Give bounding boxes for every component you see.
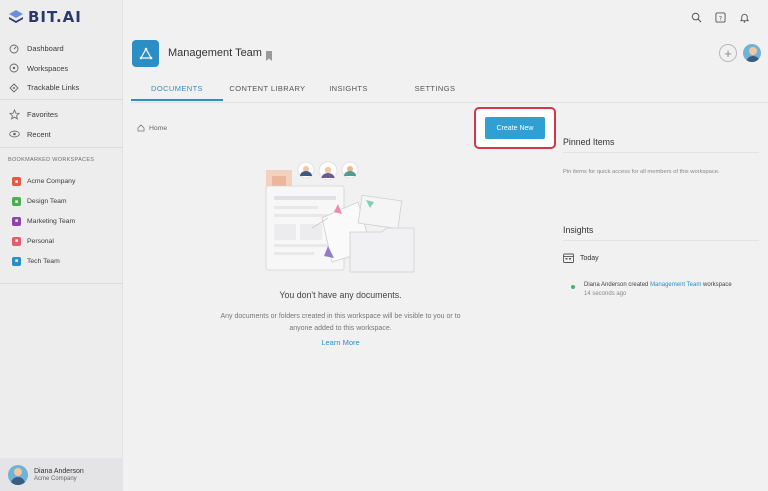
dashboard-icon bbox=[8, 43, 20, 55]
nav-label: Dashboard bbox=[27, 44, 64, 54]
workspace-label: Tech Team bbox=[27, 257, 60, 265]
nav-label: Favorites bbox=[27, 110, 58, 120]
today-group: Today bbox=[563, 253, 599, 263]
workspace-icon: ■ bbox=[12, 256, 21, 266]
bookmark-icon[interactable] bbox=[265, 48, 273, 66]
tab-documents[interactable]: DOCUMENTS bbox=[131, 79, 223, 101]
avatar bbox=[8, 464, 28, 485]
tab-content-library[interactable]: CONTENT LIBRARY bbox=[223, 79, 312, 101]
logo-text: BIT.AI bbox=[28, 8, 82, 26]
user-org: Acme Company bbox=[34, 475, 77, 482]
tab-insights[interactable]: INSIGHTS bbox=[312, 79, 385, 101]
tabs-underline bbox=[131, 102, 768, 103]
empty-documents-illustration bbox=[265, 161, 415, 273]
help-icon[interactable]: ? bbox=[714, 11, 726, 23]
workspace-item-acme-company[interactable]: ■ Acme Company bbox=[12, 172, 75, 192]
workspace-item-design-team[interactable]: ■ Design Team bbox=[12, 192, 75, 212]
workspace-label: Marketing Team bbox=[27, 217, 76, 225]
star-icon bbox=[8, 109, 20, 121]
svg-text:?: ? bbox=[718, 14, 721, 22]
panel-divider bbox=[563, 240, 759, 241]
workspace-icon: ■ bbox=[12, 216, 21, 226]
workspaces-icon bbox=[8, 62, 20, 74]
calendar-icon bbox=[563, 253, 574, 263]
workspace-icon: ■ bbox=[12, 177, 21, 187]
panel-divider bbox=[563, 152, 759, 153]
insights-title: Insights bbox=[563, 225, 594, 235]
tab-settings[interactable]: SETTINGS bbox=[385, 79, 485, 101]
pinned-items-title: Pinned Items bbox=[563, 137, 615, 147]
workspace-icon: ■ bbox=[12, 197, 21, 207]
top-toolbar: ? bbox=[690, 11, 750, 23]
create-new-button[interactable]: Create New bbox=[485, 117, 545, 139]
activity-item: Diana Anderson created Management Team w… bbox=[571, 281, 732, 299]
user-name: Diana Anderson bbox=[34, 467, 84, 475]
nav-item-trackable-links[interactable]: Trackable Links bbox=[8, 78, 120, 98]
workspace-label: Acme Company bbox=[27, 178, 76, 186]
nav-item-dashboard[interactable]: Dashboard bbox=[8, 39, 120, 59]
logo-icon bbox=[9, 10, 23, 23]
bookmarked-workspaces-heading: BOOKMARKED WORKSPACES bbox=[8, 157, 95, 163]
nav-item-favorites[interactable]: Favorites bbox=[8, 105, 120, 125]
nav-item-workspaces[interactable]: Workspaces bbox=[8, 59, 120, 79]
activity-action: created bbox=[628, 282, 649, 288]
workspace-tabs: DOCUMENTS CONTENT LIBRARY INSIGHTS SETTI… bbox=[131, 79, 485, 101]
member-avatar[interactable] bbox=[743, 44, 761, 62]
nav-label: Trackable Links bbox=[27, 83, 80, 93]
workspace-item-marketing-team[interactable]: ■ Marketing Team bbox=[12, 212, 75, 232]
secondary-nav: Favorites Recent bbox=[8, 105, 120, 144]
nav-label: Workspaces bbox=[27, 63, 69, 73]
link-icon bbox=[8, 82, 20, 94]
empty-desc-line: Any documents or folders created in this… bbox=[220, 313, 461, 320]
page-title: Management Team bbox=[168, 47, 262, 59]
sidebar: BIT.AI Dashboard Workspaces Trackable Li… bbox=[0, 0, 123, 491]
today-label: Today bbox=[580, 254, 599, 262]
pinned-items-description: Pin items for quick access for all membe… bbox=[563, 169, 720, 175]
bit-ai-logo[interactable]: BIT.AI bbox=[8, 8, 82, 26]
activity-time: 14 seconds ago bbox=[584, 291, 627, 297]
breadcrumb[interactable]: Home bbox=[137, 124, 167, 132]
empty-desc-line: anyone added to this workspace. bbox=[289, 324, 392, 332]
workspace-icon bbox=[132, 40, 159, 67]
nav-label: Recent bbox=[27, 129, 51, 139]
sidebar-divider bbox=[0, 99, 123, 100]
learn-more-link[interactable]: Learn More bbox=[200, 338, 481, 347]
empty-state-description: Any documents or folders created in this… bbox=[200, 311, 481, 334]
activity-target-link[interactable]: Management Team bbox=[650, 282, 701, 288]
search-icon[interactable] bbox=[690, 11, 702, 23]
main-nav: Dashboard Workspaces Trackable Links bbox=[8, 39, 120, 98]
sidebar-divider bbox=[0, 283, 123, 284]
eye-icon bbox=[8, 128, 20, 140]
bookmarked-workspaces-list: ■ Acme Company ■ Design Team ■ Marketing… bbox=[12, 172, 75, 271]
activity-user: Diana Anderson bbox=[584, 282, 627, 288]
workspace-label: Design Team bbox=[27, 198, 67, 206]
workspace-icon: ■ bbox=[12, 236, 21, 246]
breadcrumb-home: Home bbox=[149, 124, 168, 132]
empty-state-title: You don't have any documents. bbox=[279, 290, 402, 300]
sidebar-divider bbox=[0, 147, 123, 148]
nav-item-recent[interactable]: Recent bbox=[8, 125, 120, 145]
workspace-item-personal[interactable]: ■ Personal bbox=[12, 231, 75, 251]
add-member-button[interactable]: + bbox=[719, 44, 737, 62]
user-profile-card[interactable]: Diana Anderson Acme Company bbox=[0, 458, 123, 491]
bell-icon[interactable] bbox=[738, 11, 750, 23]
workspace-label: Personal bbox=[27, 237, 54, 245]
activity-suffix: workspace bbox=[703, 282, 732, 288]
workspace-item-tech-team[interactable]: ■ Tech Team bbox=[12, 251, 75, 271]
home-icon bbox=[137, 124, 145, 132]
online-status-dot bbox=[571, 285, 575, 289]
